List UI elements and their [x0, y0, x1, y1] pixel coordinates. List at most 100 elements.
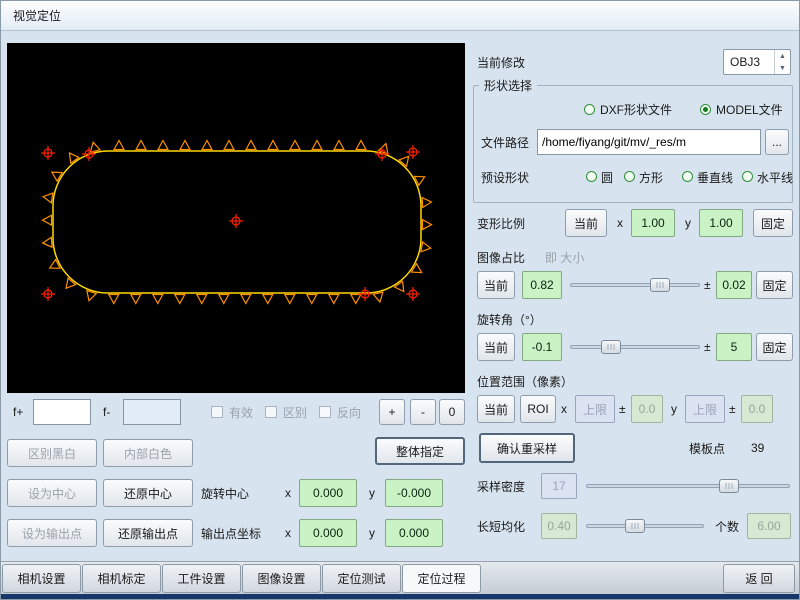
sample-density-slider[interactable] — [585, 473, 791, 499]
range-y-field[interactable]: 上限 — [685, 395, 725, 423]
dxf-file-radio[interactable] — [584, 104, 595, 115]
equalize-slider-handle[interactable] — [625, 519, 645, 533]
valid-checkbox[interactable] — [211, 406, 223, 418]
occupy-slider-handle[interactable] — [650, 278, 670, 292]
whole-assign-button[interactable]: 整体指定 — [375, 437, 465, 465]
plus-button[interactable]: + — [379, 399, 405, 425]
square-radio[interactable] — [624, 171, 635, 182]
zero-button[interactable]: 0 — [439, 399, 465, 425]
restore-output-button[interactable]: 还原输出点 — [103, 519, 193, 547]
range-x-pm-label: ± — [619, 395, 626, 423]
tab-camera-calibration[interactable]: 相机标定 — [82, 564, 161, 593]
horizontal-line-radio[interactable] — [742, 171, 753, 182]
object-selector[interactable]: OBJ3 ▲ ▼ — [723, 49, 791, 75]
circle-radio-label[interactable]: 圆 — [601, 165, 613, 189]
occupy-slider[interactable] — [569, 271, 701, 299]
range-x-tol-field[interactable]: 0.0 — [631, 395, 663, 423]
rotation-tol-field[interactable]: 5 — [716, 333, 752, 361]
distinguish-checkbox[interactable] — [265, 406, 277, 418]
vertical-line-radio[interactable] — [682, 171, 693, 182]
f-minus-input[interactable] — [123, 399, 181, 425]
circle-radio[interactable] — [586, 171, 597, 182]
set-center-button[interactable]: 设为中心 — [7, 479, 97, 507]
tab-camera-settings[interactable]: 相机设置 — [2, 564, 81, 593]
distinguish-checkbox-label: 区别 — [283, 399, 307, 425]
distinguish-bw-button[interactable]: 区别黑白 — [7, 439, 97, 467]
range-x-label: x — [561, 395, 567, 423]
dxf-file-radio-label[interactable]: DXF形状文件 — [600, 98, 672, 120]
sample-density-field[interactable]: 17 — [541, 473, 577, 499]
deform-y-field[interactable]: 1.00 — [699, 209, 743, 237]
rotation-angle-label: 旋转角（°） — [477, 307, 542, 331]
rotation-center-label: 旋转中心 — [201, 479, 249, 507]
equalize-slider[interactable] — [585, 513, 705, 539]
count-field[interactable]: 6.00 — [747, 513, 791, 539]
spin-up-icon[interactable]: ▲ — [775, 50, 790, 62]
template-points-label: 模板点 — [689, 435, 725, 461]
model-file-radio-label[interactable]: MODEL文件 — [716, 98, 783, 120]
file-path-input[interactable] — [537, 129, 761, 155]
set-output-button[interactable]: 设为输出点 — [7, 519, 97, 547]
occupy-fixed-button[interactable]: 固定 — [756, 271, 793, 299]
rotation-current-button[interactable]: 当前 — [477, 333, 515, 361]
occupy-tol-field[interactable]: 0.02 — [716, 271, 752, 299]
bottom-tab-bar: 相机设置 相机标定 工件设置 图像设置 定位测试 定位过程 返 回 — [1, 561, 800, 594]
bottom-strip — [1, 594, 800, 600]
rotation-slider-groove — [570, 345, 700, 349]
spin-down-icon[interactable]: ▼ — [775, 62, 790, 74]
image-occupy-label: 图像占比 — [477, 245, 525, 269]
f-plus-label: f+ — [13, 399, 23, 425]
tab-positioning-test[interactable]: 定位测试 — [322, 564, 401, 593]
rotation-slider[interactable] — [569, 333, 701, 361]
output-x-label: x — [285, 519, 291, 547]
template-points-value: 39 — [751, 435, 764, 461]
tab-workpiece-settings[interactable]: 工件设置 — [162, 564, 241, 593]
deform-x-field[interactable]: 1.00 — [631, 209, 675, 237]
horizontal-line-radio-label[interactable]: 水平线 — [757, 165, 793, 189]
inner-white-button[interactable]: 内部白色 — [103, 439, 193, 467]
sample-density-slider-handle[interactable] — [719, 479, 739, 493]
image-canvas[interactable] — [7, 43, 465, 393]
deform-fixed-button[interactable]: 固定 — [753, 209, 793, 237]
object-selector-value: OBJ3 — [724, 50, 774, 74]
shape-select-group-title: 形状选择 — [479, 78, 537, 92]
object-selector-arrows: ▲ ▼ — [774, 50, 790, 74]
back-button[interactable]: 返 回 — [723, 564, 795, 593]
square-radio-label[interactable]: 方形 — [639, 165, 663, 189]
sample-density-slider-groove — [586, 484, 790, 488]
equalize-field[interactable]: 0.40 — [541, 513, 577, 539]
range-y-tol-field[interactable]: 0.0 — [741, 395, 773, 423]
confirm-resample-button[interactable]: 确认重采样 — [479, 433, 575, 463]
output-y-field[interactable]: 0.000 — [385, 519, 443, 547]
occupy-current-button[interactable]: 当前 — [477, 271, 515, 299]
occupy-pm-label: ± — [704, 271, 711, 299]
rotation-center-y-field[interactable]: -0.000 — [385, 479, 443, 507]
deform-y-label: y — [685, 209, 691, 237]
tab-positioning-process[interactable]: 定位过程 — [402, 564, 481, 593]
minus-button[interactable]: - — [410, 399, 436, 425]
model-file-radio[interactable] — [700, 104, 711, 115]
rotation-fixed-button[interactable]: 固定 — [756, 333, 793, 361]
tab-image-settings[interactable]: 图像设置 — [242, 564, 321, 593]
restore-center-button[interactable]: 还原中心 — [103, 479, 193, 507]
title-bar: 视觉定位 — [1, 1, 800, 31]
range-current-button[interactable]: 当前 — [477, 395, 515, 423]
vertical-line-radio-label[interactable]: 垂直线 — [697, 165, 733, 189]
deform-current-button[interactable]: 当前 — [565, 209, 607, 237]
f-minus-label: f- — [103, 399, 110, 425]
rotation-center-x-field[interactable]: 0.000 — [299, 479, 357, 507]
range-x-field[interactable]: 上限 — [575, 395, 615, 423]
sample-density-label: 采样密度 — [477, 473, 525, 499]
deform-x-label: x — [617, 209, 623, 237]
reverse-checkbox[interactable] — [319, 406, 331, 418]
range-y-pm-label: ± — [729, 395, 736, 423]
rotation-value-field[interactable]: -0.1 — [522, 333, 562, 361]
occupy-slider-groove — [570, 283, 700, 287]
occupy-value-field[interactable]: 0.82 — [522, 271, 562, 299]
output-x-field[interactable]: 0.000 — [299, 519, 357, 547]
browse-button[interactable]: ... — [765, 129, 789, 155]
roi-button[interactable]: ROI — [520, 395, 556, 423]
rotation-pm-label: ± — [704, 333, 711, 361]
f-plus-input[interactable] — [33, 399, 91, 425]
rotation-slider-handle[interactable] — [601, 340, 621, 354]
